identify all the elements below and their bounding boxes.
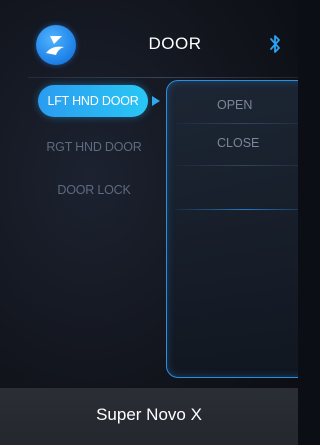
bluetooth-icon[interactable]	[268, 33, 282, 55]
option-divider	[175, 123, 298, 124]
option-open[interactable]: OPEN	[167, 87, 298, 123]
options-panel: OPEN CLOSE	[166, 80, 298, 378]
footer-bar: Super Novo X	[0, 388, 298, 445]
option-close[interactable]: CLOSE	[167, 125, 298, 161]
header-divider	[28, 77, 298, 78]
active-indicator-arrow-icon	[152, 96, 160, 106]
sidebar-item-door-lock[interactable]: DOOR LOCK	[30, 174, 158, 206]
device-name: Super Novo X	[96, 405, 202, 424]
header-bar: DOOR	[0, 0, 298, 84]
sidebar-item-lft-hnd-door[interactable]: LFT HND DOOR	[38, 85, 148, 117]
sidebar-item-rgt-hnd-door[interactable]: RGT HND DOOR	[30, 131, 158, 163]
page-title: DOOR	[148, 34, 202, 53]
option-divider	[175, 209, 298, 210]
app-screen: DOOR LFT HND DOOR RGT HND DOOR DOOR LOCK…	[0, 0, 298, 445]
brand-logo-icon[interactable]	[36, 25, 76, 65]
option-divider	[175, 165, 298, 166]
